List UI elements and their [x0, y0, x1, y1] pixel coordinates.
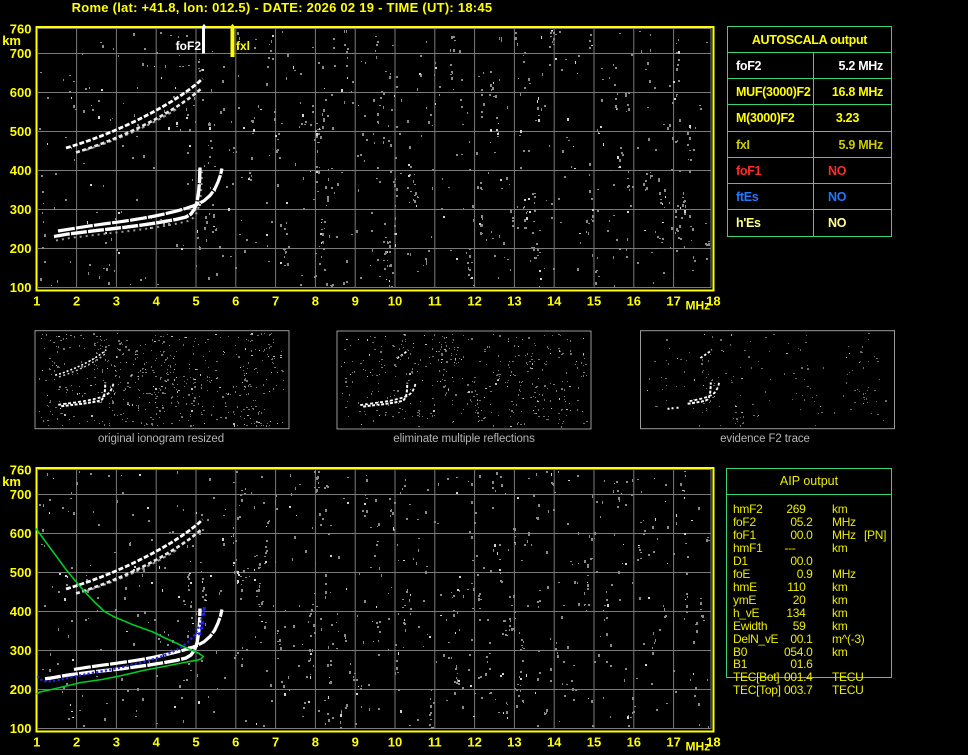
svg-text:700: 700: [10, 487, 32, 502]
svg-text:MHz: MHz: [686, 740, 711, 754]
svg-text:3: 3: [113, 294, 120, 309]
svg-text:fxl: fxl: [236, 39, 250, 53]
svg-text:600: 600: [10, 526, 32, 541]
svg-text:7: 7: [272, 735, 279, 750]
svg-text:100: 100: [10, 721, 32, 736]
svg-text:8: 8: [312, 294, 319, 309]
svg-text:15: 15: [587, 735, 601, 750]
svg-text:2: 2: [73, 735, 80, 750]
svg-text:9: 9: [352, 294, 359, 309]
svg-text:1: 1: [33, 735, 40, 750]
svg-text:17: 17: [666, 735, 680, 750]
svg-text:16: 16: [627, 294, 641, 309]
svg-text:16: 16: [627, 735, 641, 750]
svg-text:200: 200: [10, 682, 32, 697]
svg-text:1: 1: [33, 294, 40, 309]
svg-text:200: 200: [10, 241, 32, 256]
svg-text:13: 13: [507, 294, 521, 309]
svg-text:4: 4: [153, 294, 161, 309]
svg-text:MHz: MHz: [686, 299, 711, 313]
svg-text:10: 10: [388, 294, 402, 309]
svg-text:7: 7: [272, 294, 279, 309]
svg-text:300: 300: [10, 202, 32, 217]
svg-text:600: 600: [10, 85, 32, 100]
svg-text:10: 10: [388, 735, 402, 750]
svg-text:foF2: foF2: [176, 39, 202, 53]
svg-text:15: 15: [587, 294, 601, 309]
svg-text:12: 12: [467, 294, 481, 309]
svg-text:300: 300: [10, 643, 32, 658]
svg-text:12: 12: [467, 735, 481, 750]
svg-text:100: 100: [10, 280, 32, 295]
svg-text:500: 500: [10, 565, 32, 580]
svg-text:9: 9: [352, 735, 359, 750]
svg-text:6: 6: [232, 294, 239, 309]
svg-text:6: 6: [232, 735, 239, 750]
svg-text:3: 3: [113, 735, 120, 750]
svg-text:8: 8: [312, 735, 319, 750]
svg-text:400: 400: [10, 604, 32, 619]
svg-text:2: 2: [73, 294, 80, 309]
svg-text:4: 4: [153, 735, 161, 750]
svg-text:11: 11: [428, 735, 442, 750]
svg-text:5: 5: [192, 735, 199, 750]
svg-text:700: 700: [10, 46, 32, 61]
svg-text:14: 14: [547, 294, 562, 309]
svg-text:400: 400: [10, 163, 32, 178]
svg-text:13: 13: [507, 735, 521, 750]
svg-text:17: 17: [666, 294, 680, 309]
svg-text:500: 500: [10, 124, 32, 139]
svg-text:5: 5: [192, 294, 199, 309]
svg-text:11: 11: [428, 294, 442, 309]
svg-text:14: 14: [547, 735, 562, 750]
